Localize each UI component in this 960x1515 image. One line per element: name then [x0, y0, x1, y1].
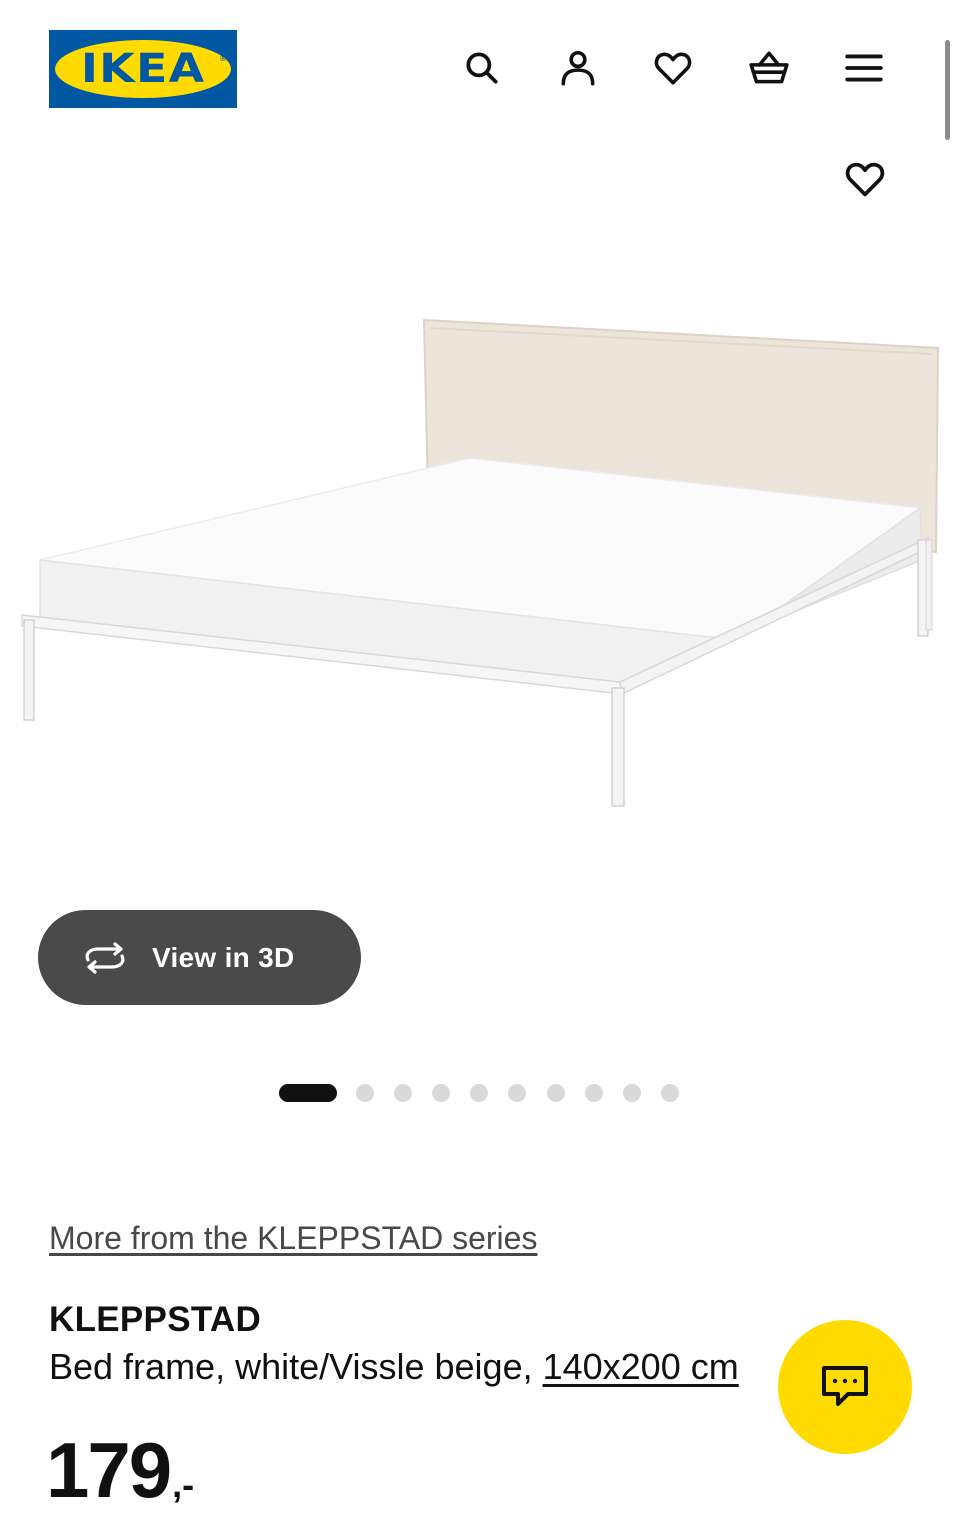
scrollbar[interactable] — [945, 40, 950, 140]
carousel-dot[interactable] — [623, 1084, 641, 1102]
carousel-dot[interactable] — [661, 1084, 679, 1102]
carousel-dot[interactable] — [585, 1084, 603, 1102]
account-icon[interactable] — [554, 44, 602, 92]
add-to-favourites-icon[interactable] — [838, 152, 892, 206]
view-in-3d-label: View in 3D — [152, 941, 295, 973]
price-suffix: ,- — [172, 1464, 195, 1505]
chat-button[interactable] — [778, 1320, 912, 1454]
view-in-3d-button[interactable]: View in 3D — [38, 910, 361, 1005]
series-link[interactable]: More from the KLEPPSTAD series — [49, 1220, 537, 1257]
rotate-3d-icon — [85, 941, 125, 974]
heart-icon[interactable] — [649, 44, 697, 92]
product-description: Bed frame, white/Vissle beige, 140x200 c… — [49, 1346, 809, 1388]
carousel-dot-active[interactable] — [279, 1084, 337, 1102]
carousel-dot[interactable] — [356, 1084, 374, 1102]
price-integer: 179 — [46, 1426, 172, 1514]
logo-registered-mark: ® — [219, 54, 227, 63]
product-image[interactable] — [0, 230, 960, 900]
product-description-text: Bed frame, white/Vissle beige, — [49, 1346, 543, 1387]
basket-icon[interactable] — [745, 44, 793, 92]
size-link[interactable]: 140x200 cm — [543, 1346, 739, 1387]
carousel-dot[interactable] — [470, 1084, 488, 1102]
search-icon[interactable] — [458, 44, 506, 92]
image-carousel-pagination — [0, 1080, 960, 1104]
ikea-logo[interactable]: IKEA ® — [49, 30, 237, 108]
logo-text: IKEA — [80, 46, 206, 92]
carousel-dot[interactable] — [432, 1084, 450, 1102]
carousel-dot[interactable] — [394, 1084, 412, 1102]
carousel-dot[interactable] — [508, 1084, 526, 1102]
product-name: KLEPPSTAD — [49, 1300, 262, 1339]
menu-icon[interactable] — [840, 44, 888, 92]
carousel-dot[interactable] — [547, 1084, 565, 1102]
product-price: 179 ,- — [46, 1425, 194, 1515]
logo-oval: IKEA — [55, 40, 231, 98]
chat-bubble-icon — [822, 1366, 868, 1406]
